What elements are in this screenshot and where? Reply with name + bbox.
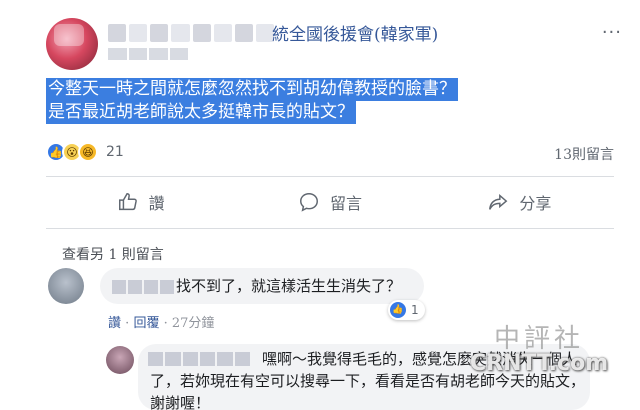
like-button-label: 讚 bbox=[148, 194, 165, 213]
haha-reaction-icon: 😆 bbox=[78, 142, 98, 162]
share-button[interactable]: 分享 bbox=[425, 184, 614, 220]
more-dots-icon[interactable]: ··· bbox=[602, 22, 622, 43]
comment-like-link[interactable]: 讚 bbox=[108, 316, 121, 331]
comment-reactions[interactable]: 👍 1 bbox=[388, 300, 425, 320]
reply-text: 嘿啊～我覺得毛毛的，感覺怎麼突然消失一個人了，若妳現在有空可以搜尋一下，看看是否… bbox=[150, 350, 586, 410]
divider bbox=[46, 228, 614, 229]
group-name-link[interactable]: 統全國後援會(韓家軍) bbox=[272, 20, 438, 45]
comment-actions: 讚 · 回覆 · 27分鐘 bbox=[108, 312, 214, 331]
comment-timestamp[interactable]: 27分鐘 bbox=[172, 316, 215, 331]
action-bar: 讚 留言 分享 bbox=[46, 184, 614, 220]
comment-button-label: 留言 bbox=[329, 194, 362, 213]
thumbs-up-icon bbox=[118, 193, 137, 211]
share-arrow-icon bbox=[489, 193, 508, 210]
blurred-poster-name bbox=[108, 24, 274, 42]
comment-reply-link[interactable]: 回覆 bbox=[133, 316, 159, 331]
blurred-post-meta bbox=[108, 48, 188, 60]
comment-button[interactable]: 留言 bbox=[235, 184, 424, 220]
view-more-comments-link[interactable]: 查看另 1 則留言 bbox=[62, 244, 164, 264]
comment-text: 找不到了，就這樣活生生消失了？ bbox=[176, 277, 402, 295]
post-body-line-1: 今整天一時之間就怎麼忽然找不到胡幼偉教授的臉書？ bbox=[46, 78, 458, 101]
like-reaction-icon: 👍 bbox=[390, 302, 406, 318]
post-body-line-2: 是否最近胡老師說太多挺韓市長的貼文？ bbox=[46, 101, 356, 124]
divider bbox=[46, 176, 614, 177]
blurred-commenter-name bbox=[112, 280, 174, 294]
replier-avatar[interactable] bbox=[106, 346, 134, 374]
comment-reaction-count: 1 bbox=[411, 303, 419, 317]
poster-avatar[interactable] bbox=[46, 18, 98, 70]
share-button-label: 分享 bbox=[519, 194, 552, 213]
separator: · bbox=[125, 316, 130, 331]
reaction-count: 21 bbox=[106, 144, 124, 160]
commenter-avatar[interactable] bbox=[48, 268, 84, 304]
reactions-summary[interactable]: 👍 😮 😆 21 bbox=[46, 142, 124, 162]
facebook-post: 統全國後援會(韓家軍) ··· 今整天一時之間就怎麼忽然找不到胡幼偉教授的臉書？… bbox=[0, 0, 640, 410]
comment-count-link[interactable]: 13則留言 bbox=[554, 144, 614, 164]
separator: · bbox=[163, 316, 168, 331]
like-button[interactable]: 讚 bbox=[46, 184, 235, 220]
post-body: 今整天一時之間就怎麼忽然找不到胡幼偉教授的臉書？ 是否最近胡老師說太多挺韓市長的… bbox=[46, 78, 458, 124]
comment-icon bbox=[300, 193, 318, 212]
